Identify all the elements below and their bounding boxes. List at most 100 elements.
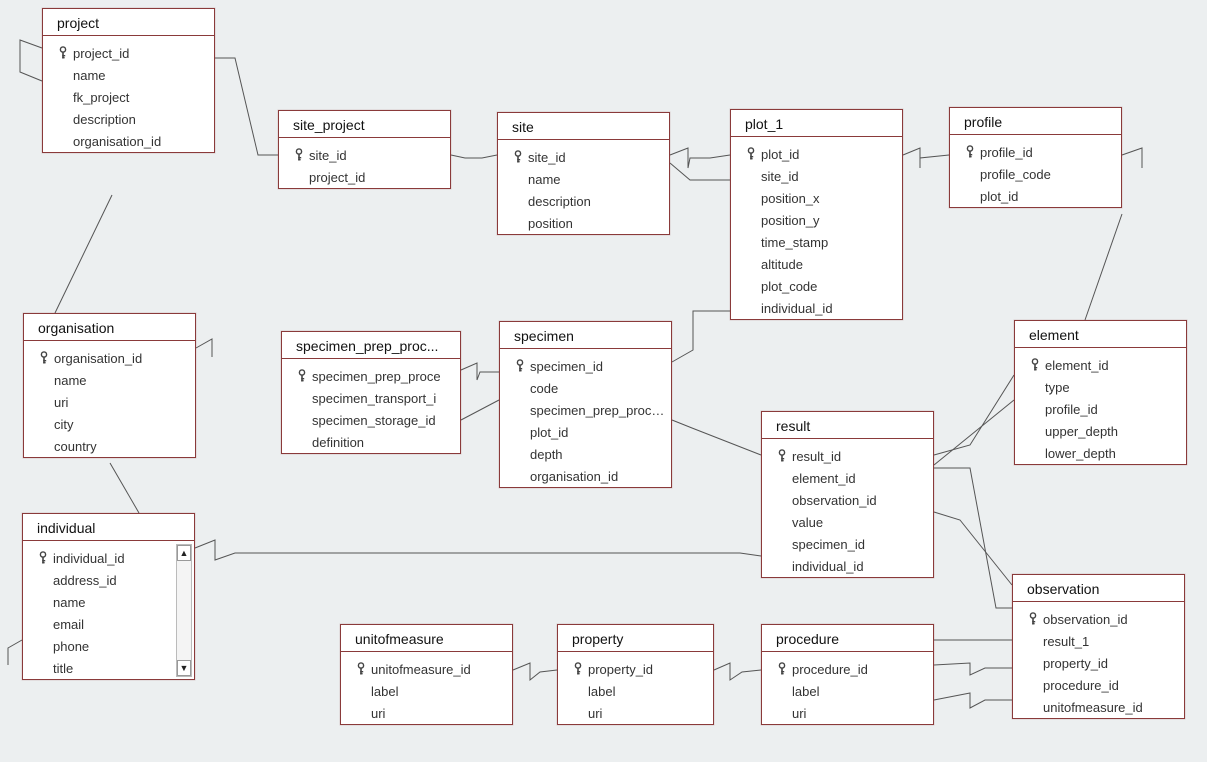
table-project[interactable]: projectproject_idnamefk_projectdescripti… — [42, 8, 215, 153]
column-row[interactable]: element_id — [762, 467, 933, 489]
column-row[interactable]: specimen_storage_id — [282, 409, 460, 431]
column-row[interactable]: city — [24, 413, 195, 435]
column-row[interactable]: organisation_id — [43, 130, 214, 152]
table-property[interactable]: propertyproperty_idlabeluri — [557, 624, 714, 725]
table-individual[interactable]: individualindividual_idaddress_idnameema… — [22, 513, 195, 680]
column-row[interactable]: site_id — [279, 144, 450, 166]
column-row[interactable]: upper_depth — [1015, 420, 1186, 442]
column-row[interactable]: site_id — [731, 165, 902, 187]
column-row[interactable]: site_id — [498, 146, 669, 168]
column-row[interactable]: position_x — [731, 187, 902, 209]
relationship-line — [195, 540, 761, 560]
column-row[interactable]: organisation_id — [24, 347, 195, 369]
column-row[interactable]: uri — [558, 702, 713, 724]
table-procedure[interactable]: procedureprocedure_idlabeluri — [761, 624, 934, 725]
column-row[interactable]: plot_code — [731, 275, 902, 297]
column-row[interactable]: phone — [23, 635, 194, 657]
column-row[interactable]: depth — [500, 443, 671, 465]
column-name: organisation_id — [73, 134, 214, 149]
table-unitofmeasure[interactable]: unitofmeasureunitofmeasure_idlabeluri — [340, 624, 513, 725]
table-specimen_prep_process[interactable]: specimen_prep_proc...specimen_prep_proce… — [281, 331, 461, 454]
column-row[interactable]: organisation_id — [500, 465, 671, 487]
column-row[interactable]: label — [341, 680, 512, 702]
column-row[interactable]: type — [1015, 376, 1186, 398]
column-row[interactable]: unitofmeasure_id — [341, 658, 512, 680]
scrollbar[interactable]: ▲▼ — [176, 544, 192, 677]
column-name: city — [54, 417, 195, 432]
column-row[interactable]: element_id — [1015, 354, 1186, 376]
column-row[interactable]: result_1 — [1013, 630, 1184, 652]
column-row[interactable]: profile_code — [950, 163, 1121, 185]
column-row[interactable]: observation_id — [1013, 608, 1184, 630]
column-row[interactable]: profile_id — [1015, 398, 1186, 420]
column-row[interactable]: code — [500, 377, 671, 399]
column-name: fk_project — [73, 90, 214, 105]
column-row[interactable]: lower_depth — [1015, 442, 1186, 464]
column-row[interactable]: uri — [24, 391, 195, 413]
column-row[interactable]: uri — [341, 702, 512, 724]
column-row[interactable]: project_id — [43, 42, 214, 64]
table-columns: project_idname fk_project description organ… — [43, 36, 214, 152]
column-row[interactable]: name — [23, 591, 194, 613]
column-row[interactable]: specimen_id — [500, 355, 671, 377]
column-row[interactable]: procedure_id — [1013, 674, 1184, 696]
column-row[interactable]: fk_project — [43, 86, 214, 108]
column-row[interactable]: property_id — [1013, 652, 1184, 674]
column-row[interactable]: individual_id — [731, 297, 902, 319]
column-row[interactable]: title — [23, 657, 194, 679]
column-row[interactable]: project_id — [279, 166, 450, 188]
column-row[interactable]: label — [558, 680, 713, 702]
column-row[interactable]: unitofmeasure_id — [1013, 696, 1184, 718]
column-row[interactable]: description — [498, 190, 669, 212]
table-profile[interactable]: profileprofile_idprofile_codeplot_id — [949, 107, 1122, 208]
column-row[interactable]: specimen_prep_process — [500, 399, 671, 421]
table-site_project[interactable]: site_projectsite_idproject_id — [278, 110, 451, 189]
table-organisation[interactable]: organisationorganisation_idnameuricityco… — [23, 313, 196, 458]
column-row[interactable]: time_stamp — [731, 231, 902, 253]
column-row[interactable]: label — [762, 680, 933, 702]
column-row[interactable]: profile_id — [950, 141, 1121, 163]
column-row[interactable]: uri — [762, 702, 933, 724]
table-site[interactable]: sitesite_idnamedescriptionposition — [497, 112, 670, 235]
column-row[interactable]: position — [498, 212, 669, 234]
column-row[interactable]: description — [43, 108, 214, 130]
column-name: description — [528, 194, 669, 209]
table-result[interactable]: resultresult_idelement_idobservation_idv… — [761, 411, 934, 578]
column-row[interactable]: result_id — [762, 445, 933, 467]
table-element[interactable]: elementelement_idtypeprofile_idupper_dep… — [1014, 320, 1187, 465]
column-name: individual_id — [792, 559, 933, 574]
column-name: email — [53, 617, 194, 632]
column-row[interactable]: address_id — [23, 569, 194, 591]
table-observation[interactable]: observationobservation_idresult_1propert… — [1012, 574, 1185, 719]
column-row[interactable]: country — [24, 435, 195, 457]
column-row[interactable]: position_y — [731, 209, 902, 231]
scroll-up-button[interactable]: ▲ — [177, 545, 191, 561]
table-specimen[interactable]: specimenspecimen_idcodespecimen_prep_pro… — [499, 321, 672, 488]
column-row[interactable]: procedure_id — [762, 658, 933, 680]
column-row[interactable]: plot_id — [731, 143, 902, 165]
column-row[interactable]: individual_id — [23, 547, 194, 569]
column-row[interactable]: name — [24, 369, 195, 391]
table-plot_1[interactable]: plot_1plot_idsite_idposition_xposition_y… — [730, 109, 903, 320]
column-row[interactable]: altitude — [731, 253, 902, 275]
column-row[interactable]: individual_id — [762, 555, 933, 577]
column-row[interactable]: observation_id — [762, 489, 933, 511]
column-row[interactable]: name — [43, 64, 214, 86]
column-name: plot_id — [980, 189, 1121, 204]
relationship-line — [20, 40, 42, 81]
column-row[interactable]: specimen_transport_i — [282, 387, 460, 409]
column-row[interactable]: property_id — [558, 658, 713, 680]
primary-key-icon — [568, 662, 588, 676]
table-columns: property_idlabeluri — [558, 652, 713, 724]
scroll-down-button[interactable]: ▼ — [177, 660, 191, 676]
column-row[interactable]: specimen_prep_proce — [282, 365, 460, 387]
column-row[interactable]: definition — [282, 431, 460, 453]
column-row[interactable]: value — [762, 511, 933, 533]
column-row[interactable]: plot_id — [950, 185, 1121, 207]
column-row[interactable]: plot_id — [500, 421, 671, 443]
column-row[interactable]: name — [498, 168, 669, 190]
column-row[interactable]: specimen_id — [762, 533, 933, 555]
column-name: uri — [54, 395, 195, 410]
column-row[interactable]: email — [23, 613, 194, 635]
primary-key-icon — [1025, 358, 1045, 372]
